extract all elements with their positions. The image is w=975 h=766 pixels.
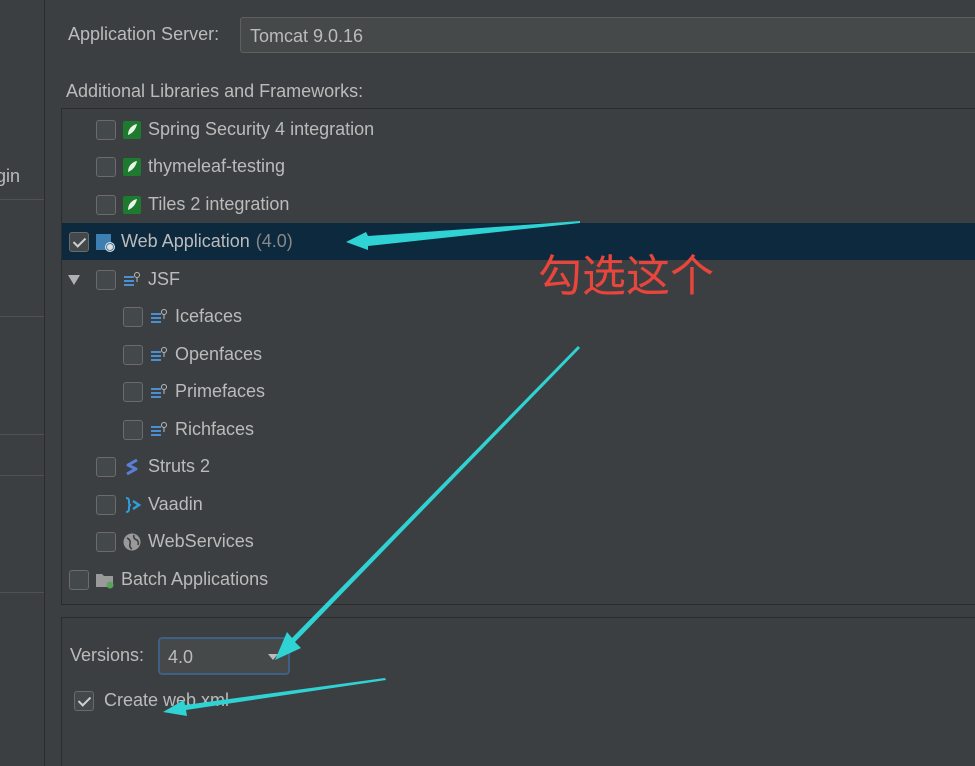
sidebar-divider	[0, 475, 44, 476]
frameworks-tree[interactable]: Spring Security 4 integration thymeleaf-…	[61, 108, 975, 605]
tree-item-batch-applications[interactable]: Batch Applications	[62, 561, 975, 598]
sidebar-partial-label[interactable]: gin	[0, 166, 20, 187]
expand-triangle-icon[interactable]	[68, 275, 80, 285]
jsf-icon	[122, 270, 142, 290]
tree-item-label: Tiles 2 integration	[148, 194, 290, 214]
tree-item-thymeleaf-testing[interactable]: thymeleaf-testing	[62, 148, 975, 185]
versions-dropdown[interactable]: 4.0	[158, 637, 290, 675]
checkbox[interactable]	[96, 119, 116, 140]
checkbox[interactable]	[96, 494, 116, 515]
web-application-icon	[95, 232, 115, 252]
jsf-icon	[149, 420, 169, 440]
tree-item-jsf[interactable]: JSF	[62, 261, 975, 298]
checkbox[interactable]	[96, 156, 116, 177]
tree-item-primefaces[interactable]: Primefaces	[62, 373, 975, 410]
tree-item-spring-security[interactable]: Spring Security 4 integration	[62, 111, 975, 148]
tree-item-icefaces[interactable]: Icefaces	[62, 298, 975, 335]
jsf-icon	[149, 307, 169, 327]
spring-leaf-icon	[122, 120, 142, 140]
tree-item-struts[interactable]: Struts 2	[62, 448, 975, 485]
tree-item-label: WebServices	[148, 531, 254, 551]
checkbox[interactable]	[123, 381, 143, 402]
tree-item-label: Primefaces	[175, 381, 266, 401]
sidebar-divider	[0, 434, 44, 435]
sidebar-divider	[0, 592, 44, 593]
checkbox[interactable]	[123, 344, 143, 365]
checkbox[interactable]	[123, 419, 143, 440]
checkbox-checked[interactable]	[69, 231, 89, 252]
checkbox[interactable]	[96, 531, 116, 552]
main-panel: Application Server: Tomcat 9.0.16 Additi…	[46, 0, 975, 766]
checkbox[interactable]	[123, 306, 143, 327]
versions-label: Versions:	[70, 645, 145, 665]
tree-item-tiles[interactable]: Tiles 2 integration	[62, 186, 975, 223]
batch-folder-icon	[95, 570, 115, 590]
tree-item-label: Icefaces	[175, 306, 243, 326]
annotation-text: 勾选这个	[538, 251, 714, 302]
jsf-icon	[149, 382, 169, 402]
tree-item-vaadin[interactable]: Vaadin	[62, 486, 975, 523]
sidebar-divider	[0, 199, 44, 200]
vaadin-icon	[122, 495, 142, 515]
spring-leaf-icon	[122, 157, 142, 177]
version-label: (4.0)	[255, 231, 293, 251]
chevron-down-icon	[268, 654, 278, 660]
tree-item-label: thymeleaf-testing	[148, 156, 286, 176]
tree-item-web-application[interactable]: Web Application (4.0)	[62, 223, 975, 260]
tree-item-label: Openfaces	[175, 344, 263, 364]
tree-item-openfaces[interactable]: Openfaces	[62, 336, 975, 373]
checkbox[interactable]	[69, 569, 89, 590]
tree-item-richfaces[interactable]: Richfaces	[62, 411, 975, 448]
application-server-label: Application Server:	[68, 24, 220, 44]
tree-item-webservices[interactable]: WebServices	[62, 523, 975, 560]
tree-item-label: Web Application	[121, 231, 250, 251]
tree-item-label: Struts 2	[148, 456, 211, 476]
application-server-select[interactable]: Tomcat 9.0.16	[240, 17, 975, 53]
globe-icon	[122, 532, 142, 552]
checkbox[interactable]	[96, 269, 116, 290]
tree-item-label: JSF	[148, 269, 181, 289]
versions-value: 4.0	[168, 647, 194, 667]
create-web-xml-option[interactable]: Create web.xml	[74, 690, 229, 711]
tree-item-label: Spring Security 4 integration	[148, 119, 375, 139]
struts-icon	[122, 457, 142, 477]
create-web-xml-label: Create web.xml	[104, 690, 230, 710]
checkbox[interactable]	[96, 194, 116, 215]
sidebar-divider	[0, 316, 44, 317]
checkbox[interactable]	[96, 456, 116, 477]
left-sidebar: gin	[0, 0, 45, 766]
tree-item-label: Vaadin	[148, 494, 203, 514]
libraries-frameworks-label: Additional Libraries and Frameworks:	[66, 81, 364, 101]
jsf-icon	[149, 345, 169, 365]
checkbox-checked[interactable]	[74, 690, 94, 711]
spring-leaf-icon	[122, 195, 142, 215]
tree-item-label: Richfaces	[175, 419, 255, 439]
tree-item-label: Batch Applications	[121, 569, 269, 589]
